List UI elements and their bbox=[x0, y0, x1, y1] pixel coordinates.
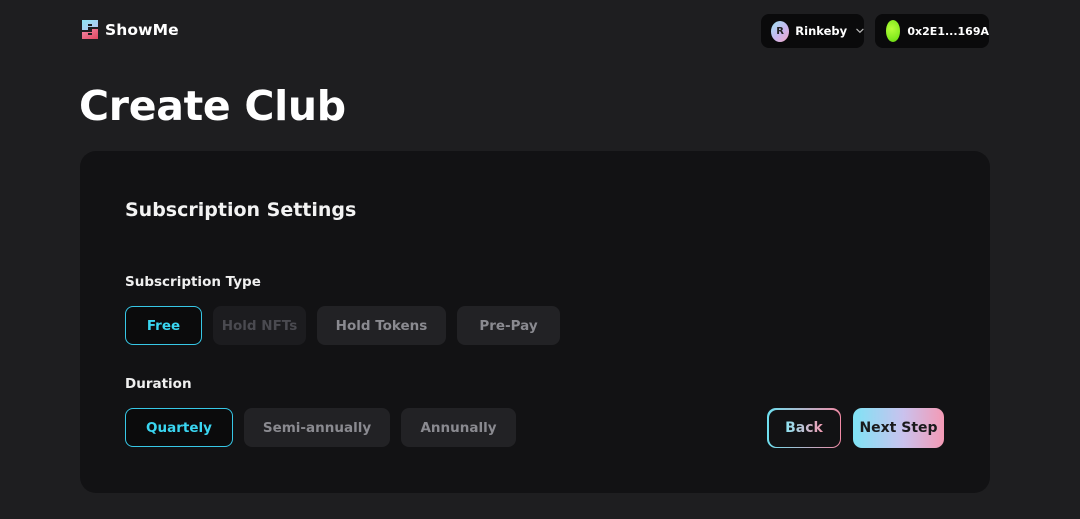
option-semi-annually[interactable]: Semi-annually bbox=[244, 408, 390, 447]
option-free[interactable]: Free bbox=[125, 306, 202, 345]
duration-label: Duration bbox=[125, 376, 192, 392]
option-hold-tokens[interactable]: Hold Tokens bbox=[317, 306, 446, 345]
back-button[interactable]: Back bbox=[767, 408, 841, 448]
back-button-label: Back bbox=[785, 420, 823, 436]
brand-name: ShowMe bbox=[105, 20, 179, 39]
wallet-button[interactable]: 0x2E1...169A bbox=[875, 14, 989, 48]
subscription-settings-card: Subscription Settings Subscription Type … bbox=[80, 151, 990, 493]
network-selector[interactable]: R Rinkeby bbox=[761, 14, 864, 48]
chevron-down-icon bbox=[856, 28, 864, 34]
wallet-avatar bbox=[886, 20, 901, 42]
option-pre-pay[interactable]: Pre-Pay bbox=[457, 306, 560, 345]
subscription-type-options: Free Hold NFTs Hold Tokens Pre-Pay bbox=[125, 306, 560, 345]
network-avatar: R bbox=[771, 20, 790, 42]
duration-options: Quartely Semi-annually Annunally bbox=[125, 408, 516, 447]
page-title: Create Club bbox=[79, 82, 346, 130]
subscription-type-label: Subscription Type bbox=[125, 274, 261, 290]
network-label: Rinkeby bbox=[795, 24, 848, 38]
showme-logo-icon bbox=[82, 20, 98, 39]
create-club-page: ShowMe R Rinkeby 0x2E1...169A Create Clu… bbox=[0, 0, 1080, 519]
next-step-button[interactable]: Next Step bbox=[853, 408, 944, 448]
wallet-address: 0x2E1...169A bbox=[907, 24, 989, 38]
next-step-button-label: Next Step bbox=[859, 420, 938, 436]
option-quarterly[interactable]: Quartely bbox=[125, 408, 233, 447]
section-title: Subscription Settings bbox=[125, 199, 357, 221]
brand-logo[interactable]: ShowMe bbox=[80, 19, 179, 40]
option-annually[interactable]: Annunally bbox=[401, 408, 516, 447]
option-hold-nfts: Hold NFTs bbox=[213, 306, 306, 345]
